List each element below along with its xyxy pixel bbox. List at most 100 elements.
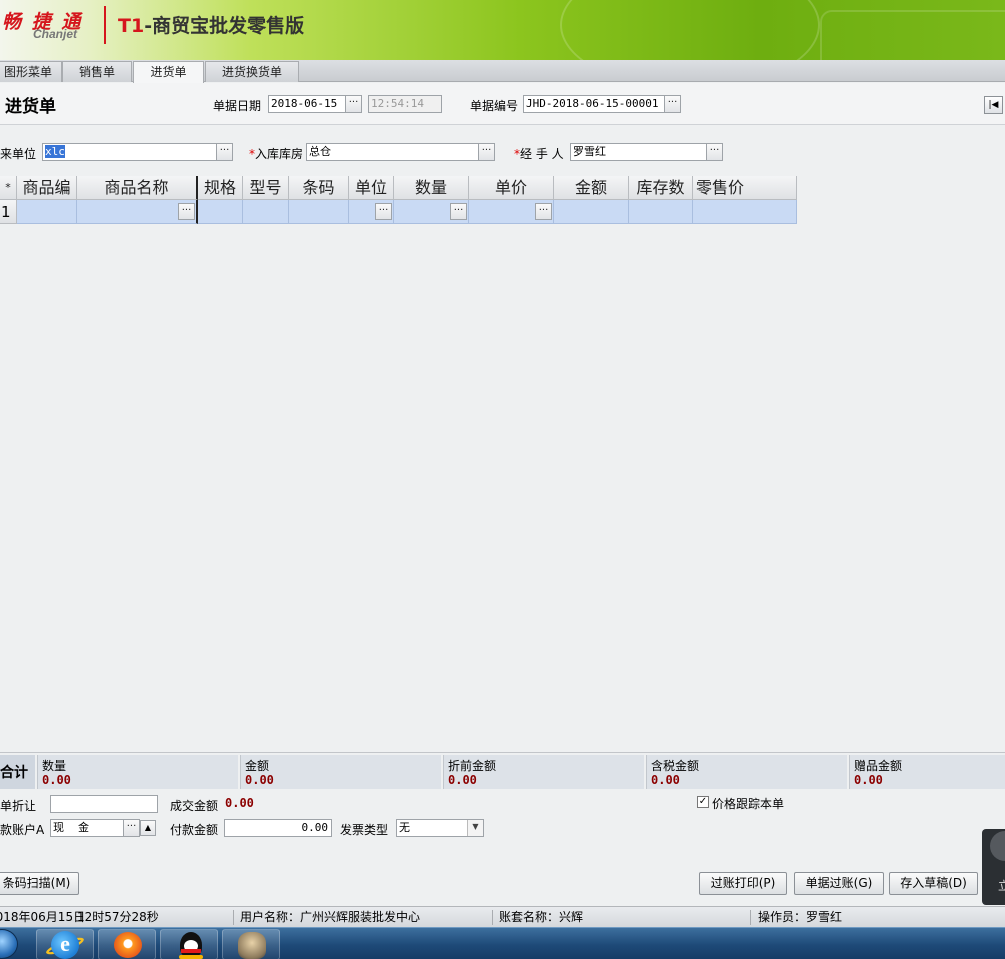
supplier-value: xlc (45, 145, 65, 158)
cell-quantity[interactable]: ··· (394, 200, 469, 224)
game-taskbar-button[interactable] (222, 929, 280, 959)
deal-amount-label: 成交金额 (170, 799, 219, 813)
side-panel-text: 立 (998, 879, 1005, 893)
first-record-icon[interactable]: |◀ (984, 96, 1003, 114)
warehouse-picker-button[interactable]: ··· (478, 143, 495, 161)
track-price-checkbox[interactable]: ✓ (697, 796, 709, 808)
grid-header: * 商品编 商品名称 规格 型号 条码 单位 数量 单价 金额 库存数 零售价 (0, 176, 797, 200)
ie-icon: e (51, 931, 79, 959)
column-header-name[interactable]: 商品名称 (77, 176, 198, 200)
status-account-set: 账套名称：兴辉 (499, 910, 584, 924)
column-header-barcode[interactable]: 条码 (289, 176, 349, 200)
cell-retail-price[interactable] (693, 200, 797, 224)
account-field[interactable]: 现 金 (50, 819, 124, 837)
orange-app-icon (114, 932, 142, 958)
handler-picker-button[interactable]: ··· (706, 143, 723, 161)
invoice-type-value: 无 (399, 821, 410, 834)
discount-label: 整单折让 (0, 799, 37, 813)
cell-price-picker-button[interactable]: ··· (535, 203, 552, 220)
column-header-price[interactable]: 单价 (469, 176, 554, 200)
ie-taskbar-button[interactable]: e (36, 929, 94, 959)
totals-bar: 合计 数量 0.00 金额 0.00 折前金额 0.00 含税金额 0.00 赠… (0, 752, 1005, 790)
status-time: 12时57分28秒 (77, 910, 159, 924)
total-value: 0.00 (854, 773, 883, 787)
deal-amount-value: 0.00 (225, 796, 254, 810)
status-divider (750, 910, 751, 925)
handler-label-text: 经 手 人 (520, 147, 564, 161)
supplier-picker-button[interactable]: ··· (216, 143, 233, 161)
qq-taskbar-button[interactable] (160, 929, 218, 959)
column-header-amount[interactable]: 金额 (554, 176, 629, 200)
total-caption: 数量 (42, 759, 67, 773)
handler-field[interactable]: 罗雪红 (570, 143, 707, 161)
product-title: T1-商贸宝批发零售版 (118, 11, 304, 38)
product-name: -商贸宝批发零售版 (144, 15, 305, 37)
chevron-down-icon[interactable]: ▼ (467, 820, 483, 836)
column-header-stock[interactable]: 库存数 (629, 176, 693, 200)
date-picker-button[interactable]: ··· (345, 95, 362, 113)
spin-up-icon[interactable]: ▲ (140, 820, 156, 836)
app-banner: 畅 捷 通 Chanjet T1-商贸宝批发零售版 (0, 0, 1005, 60)
cell-unit[interactable]: ··· (349, 200, 394, 224)
invoice-type-label: 发票类型 (340, 823, 389, 837)
document-fields: 往来单位 xlc ··· *入库库房 总仓 ··· *经 手 人 罗雪红 ··· (0, 126, 1005, 176)
page-title: 进货单 (5, 97, 56, 117)
column-header-retail-price[interactable]: 零售价 (693, 176, 797, 200)
post-print-button[interactable]: 过账打印(P) (699, 872, 787, 895)
total-amount: 金额 0.00 (240, 755, 441, 789)
game-icon (238, 932, 266, 959)
warehouse-label: *入库库房 (249, 145, 303, 162)
date-field[interactable]: 2018-06-15 (268, 95, 346, 113)
app-taskbar-button[interactable] (98, 929, 156, 959)
line-items-grid: * 商品编 商品名称 规格 型号 条码 单位 数量 单价 金额 库存数 零售价 … (0, 176, 1005, 748)
total-value: 0.00 (245, 773, 274, 787)
save-draft-button[interactable]: 存入草稿(D) (889, 872, 978, 895)
column-header-quantity[interactable]: 数量 (394, 176, 469, 200)
discount-field[interactable] (50, 795, 158, 813)
cell-quantity-picker-button[interactable]: ··· (450, 203, 467, 220)
status-divider (492, 910, 493, 925)
column-header-unit[interactable]: 单位 (349, 176, 394, 200)
start-orb-icon[interactable] (0, 929, 18, 959)
column-header-spec[interactable]: 规格 (198, 176, 243, 200)
cell-spec[interactable] (198, 200, 243, 224)
cell-stock[interactable] (629, 200, 693, 224)
pay-amount-field[interactable]: 0.00 (224, 819, 332, 837)
post-document-button[interactable]: 单据过账(G) (794, 872, 884, 895)
tab-purchase-exchange[interactable]: 进货换货单 (205, 61, 299, 82)
column-header-model[interactable]: 型号 (243, 176, 289, 200)
date-label: 单据日期 (213, 99, 262, 113)
total-tax-included: 含税金额 0.00 (646, 755, 847, 789)
cell-name[interactable]: ··· (77, 200, 198, 224)
tab-graphic-menu[interactable]: 图形菜单 (0, 61, 62, 82)
totals-label: 合计 (0, 755, 35, 789)
grid-corner: * (0, 176, 17, 200)
status-user: 用户名称：广州兴辉服装批发中心 (240, 910, 421, 924)
track-price-label[interactable]: 价格跟踪本单 (712, 795, 784, 812)
column-header-code[interactable]: 商品编 (17, 176, 77, 200)
side-floating-panel[interactable]: 立 (982, 829, 1005, 905)
cell-model[interactable] (243, 200, 289, 224)
cell-code[interactable] (17, 200, 77, 224)
invoice-type-select[interactable]: 无 ▼ (396, 819, 484, 837)
account-picker-button[interactable]: ··· (123, 819, 140, 837)
cell-price[interactable]: ··· (469, 200, 554, 224)
account-label: 付款账户A (0, 823, 45, 837)
cell-barcode[interactable] (289, 200, 349, 224)
document-header: 进货单 单据日期 2018-06-15 ··· 12:54:14 单据编号 JH… (0, 83, 1005, 125)
warehouse-field[interactable]: 总仓 (306, 143, 479, 161)
supplier-field[interactable]: xlc (42, 143, 217, 161)
barcode-scan-button[interactable]: 条码扫描(M) (0, 872, 79, 895)
tab-purchase-order[interactable]: 进货单 (133, 61, 204, 83)
cell-name-picker-button[interactable]: ··· (178, 203, 195, 220)
tab-bar: 图形菜单 销售单 进货单 进货换货单 (0, 60, 1005, 83)
tab-sales-order[interactable]: 销售单 (62, 61, 132, 82)
qq-icon-scarf (181, 949, 201, 953)
docno-field[interactable]: JHD-2018-06-15-00001 (523, 95, 665, 113)
product-prefix: T1 (118, 15, 145, 37)
row-number: 1 (0, 200, 17, 224)
cell-unit-picker-button[interactable]: ··· (375, 203, 392, 220)
table-row[interactable]: 1 ··· ··· ··· ··· (0, 200, 797, 224)
docno-picker-button[interactable]: ··· (664, 95, 681, 113)
cell-amount[interactable] (554, 200, 629, 224)
